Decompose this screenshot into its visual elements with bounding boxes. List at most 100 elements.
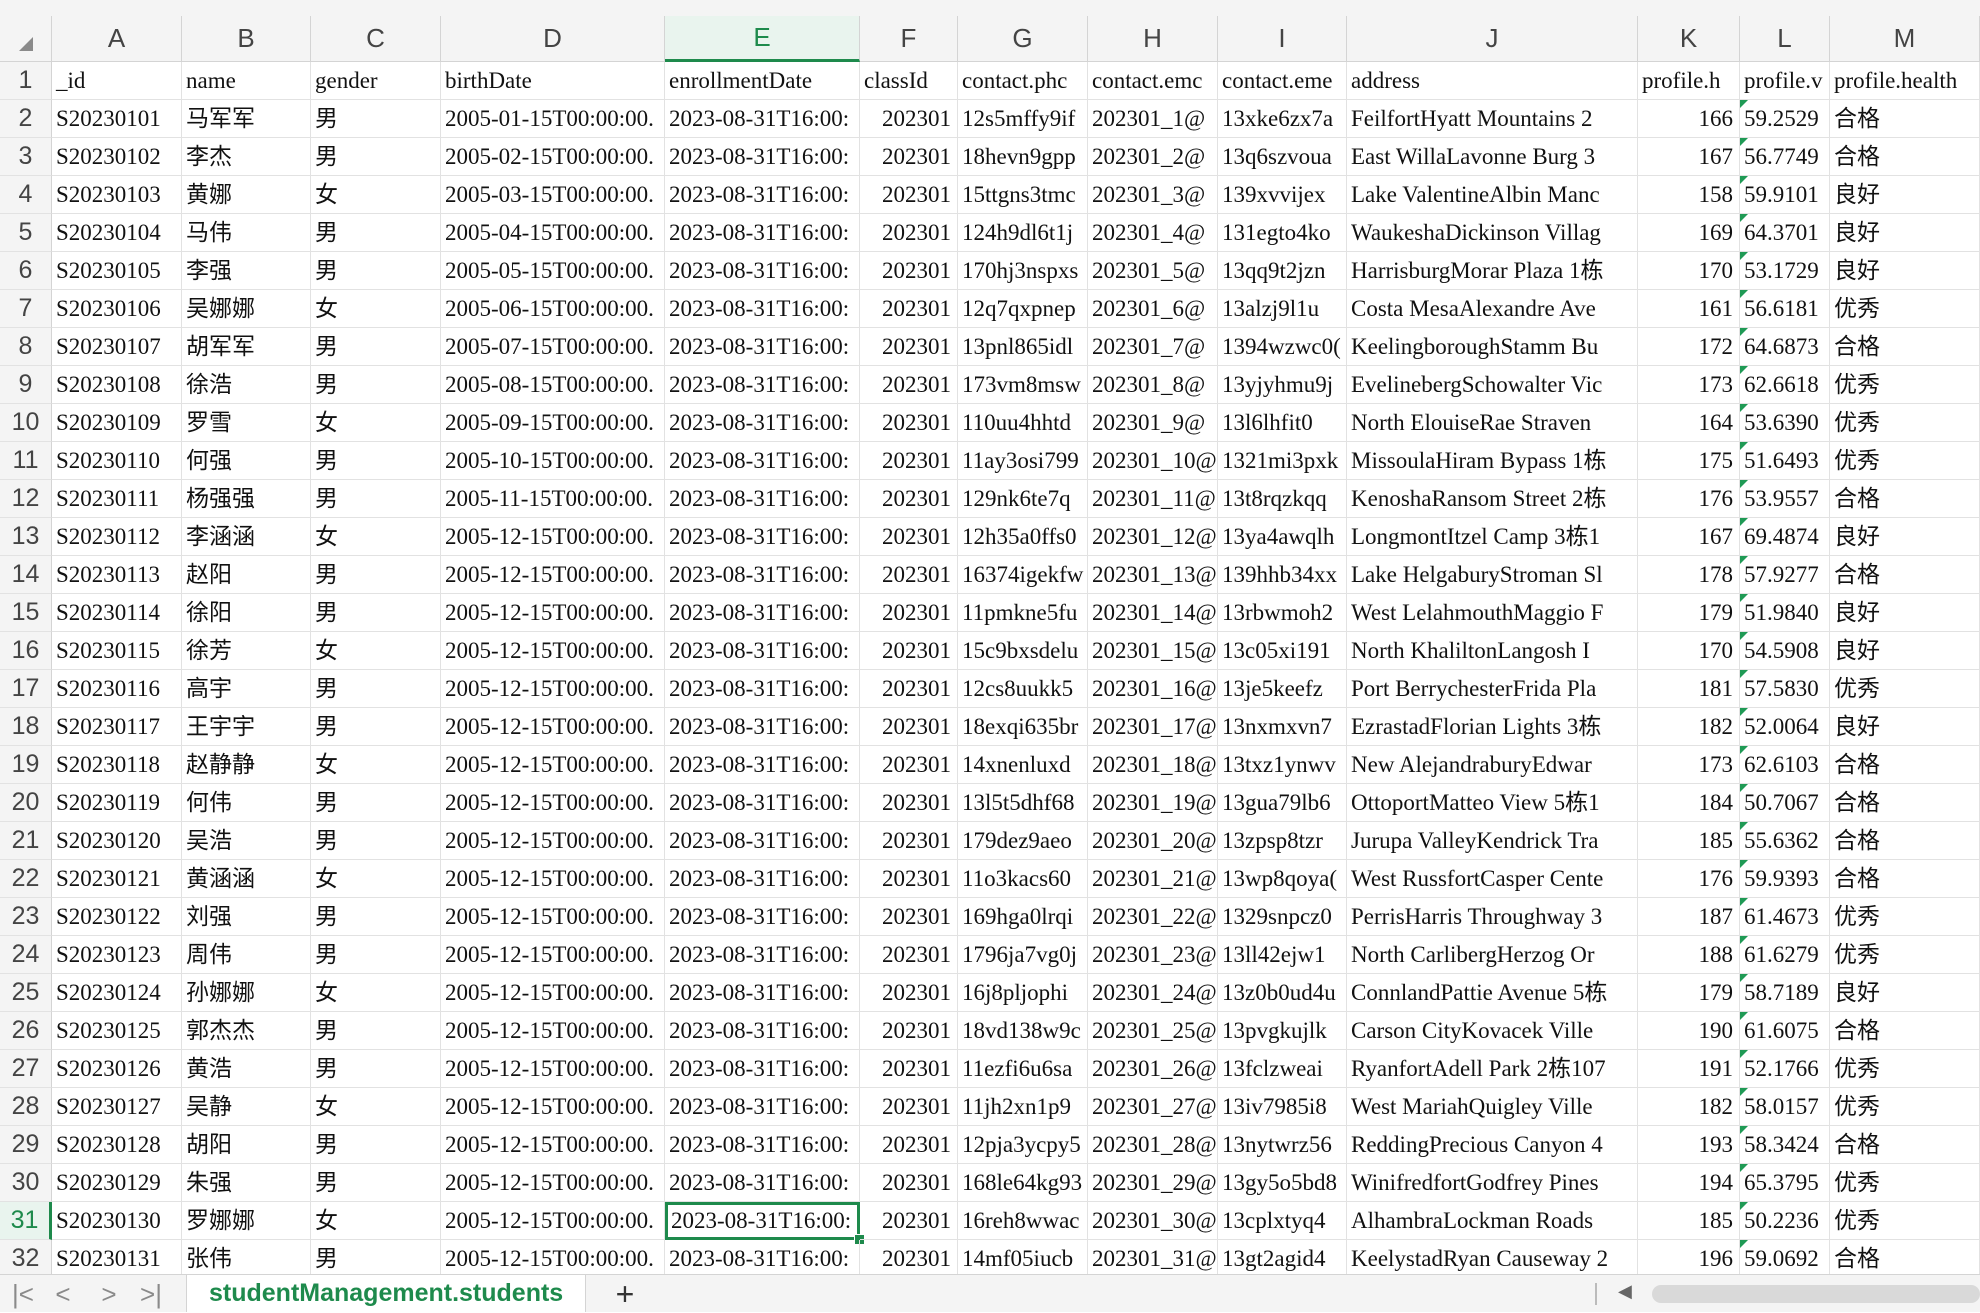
table-cell[interactable]: West MariahQuigley Ville	[1347, 1088, 1638, 1126]
first-sheet-icon[interactable]: |<	[6, 1279, 40, 1309]
table-cell[interactable]: 202301_21@	[1088, 860, 1218, 898]
column-header-a[interactable]: A	[52, 16, 182, 62]
table-cell[interactable]: 罗娜娜	[182, 1202, 311, 1240]
table-cell[interactable]: 179	[1638, 974, 1740, 1012]
table-cell[interactable]: 合格	[1830, 746, 1980, 784]
table-cell[interactable]: 13je5keefz	[1218, 670, 1347, 708]
table-cell[interactable]: 合格	[1830, 100, 1980, 138]
table-cell[interactable]: 202301_29@	[1088, 1164, 1218, 1202]
row-header[interactable]: 12	[0, 480, 52, 518]
table-cell[interactable]: 2023-08-31T16:00:	[665, 1126, 860, 1164]
table-cell[interactable]: 202301	[860, 708, 958, 746]
table-cell[interactable]: 李涵涵	[182, 518, 311, 556]
table-cell[interactable]: 11jh2xn1p9	[958, 1088, 1088, 1126]
table-cell[interactable]: 2023-08-31T16:00:	[665, 1240, 860, 1274]
table-cell[interactable]: 202301	[860, 746, 958, 784]
table-cell[interactable]: 黄涵涵	[182, 860, 311, 898]
table-cell[interactable]: 202301	[860, 1164, 958, 1202]
table-cell[interactable]: 13gy5o5bd8	[1218, 1164, 1347, 1202]
table-cell[interactable]: 刘强	[182, 898, 311, 936]
column-header-f[interactable]: F	[860, 16, 958, 62]
table-cell[interactable]: 202301_30@	[1088, 1202, 1218, 1240]
table-cell[interactable]: 179dez9aeo	[958, 822, 1088, 860]
table-cell[interactable]: 2023-08-31T16:00:	[665, 556, 860, 594]
table-cell[interactable]: 良好	[1830, 176, 1980, 214]
table-cell[interactable]: 2005-12-15T00:00:00.	[441, 1126, 665, 1164]
table-cell[interactable]: 11o3kacs60	[958, 860, 1088, 898]
table-cell[interactable]: 110uu4hhtd	[958, 404, 1088, 442]
table-cell[interactable]: 郭杰杰	[182, 1012, 311, 1050]
row-header[interactable]: 25	[0, 974, 52, 1012]
row-header[interactable]: 3	[0, 138, 52, 176]
table-cell[interactable]: 孙娜娜	[182, 974, 311, 1012]
column-header-k[interactable]: K	[1638, 16, 1740, 62]
table-cell[interactable]: S20230120	[52, 822, 182, 860]
table-cell[interactable]: 2023-08-31T16:00:	[665, 290, 860, 328]
table-cell[interactable]: 59.9393	[1740, 860, 1830, 898]
table-cell[interactable]: 194	[1638, 1164, 1740, 1202]
table-cell[interactable]: 黄娜	[182, 176, 311, 214]
table-cell[interactable]: 166	[1638, 100, 1740, 138]
table-cell[interactable]: 202301	[860, 1088, 958, 1126]
table-cell[interactable]: 女	[311, 632, 441, 670]
table-cell[interactable]: 合格	[1830, 860, 1980, 898]
table-cell[interactable]: 合格	[1830, 138, 1980, 176]
table-cell[interactable]: 1329snpcz0	[1218, 898, 1347, 936]
table-cell[interactable]: 202301	[860, 138, 958, 176]
table-cell[interactable]: S20230114	[52, 594, 182, 632]
table-cell[interactable]: EzrastadFlorian Lights 3栋	[1347, 708, 1638, 746]
table-cell[interactable]: 男	[311, 214, 441, 252]
table-cell[interactable]: 13fclzweai	[1218, 1050, 1347, 1088]
table-cell[interactable]: 2023-08-31T16:00:	[665, 974, 860, 1012]
table-cell[interactable]: 男	[311, 328, 441, 366]
table-cell[interactable]: 202301	[860, 1126, 958, 1164]
row-header[interactable]: 20	[0, 784, 52, 822]
table-cell[interactable]: 202301	[860, 556, 958, 594]
table-cell[interactable]: 188	[1638, 936, 1740, 974]
table-cell[interactable]: 男	[311, 366, 441, 404]
table-cell[interactable]: 黄浩	[182, 1050, 311, 1088]
table-cell[interactable]: 202301	[860, 442, 958, 480]
table-cell[interactable]: 2005-12-15T00:00:00.	[441, 632, 665, 670]
table-cell[interactable]: 202301	[860, 1012, 958, 1050]
table-cell[interactable]: 男	[311, 822, 441, 860]
table-cell[interactable]: 202301_25@	[1088, 1012, 1218, 1050]
table-cell[interactable]: 52.0064	[1740, 708, 1830, 746]
table-cell[interactable]: Lake HelgaburyStroman Sl	[1347, 556, 1638, 594]
scroll-left-icon[interactable]: ◀	[1618, 1281, 1632, 1302]
table-cell[interactable]: 男	[311, 252, 441, 290]
table-cell[interactable]: 高宇	[182, 670, 311, 708]
field-name-cell[interactable]: profile.v	[1740, 62, 1830, 100]
table-cell[interactable]: 170hj3nspxs	[958, 252, 1088, 290]
table-cell[interactable]: 2005-04-15T00:00:00.	[441, 214, 665, 252]
table-cell[interactable]: 13ya4awqlh	[1218, 518, 1347, 556]
column-header-d[interactable]: D	[441, 16, 665, 62]
table-cell[interactable]: 2023-08-31T16:00:	[665, 366, 860, 404]
row-header[interactable]: 32	[0, 1240, 52, 1274]
table-cell[interactable]: 202301	[860, 632, 958, 670]
row-header[interactable]: 16	[0, 632, 52, 670]
table-cell[interactable]: S20230124	[52, 974, 182, 1012]
table-cell[interactable]: 173vm8msw	[958, 366, 1088, 404]
table-cell[interactable]: S20230101	[52, 100, 182, 138]
table-cell[interactable]: 徐浩	[182, 366, 311, 404]
table-cell[interactable]: 2023-08-31T16:00:	[665, 1088, 860, 1126]
row-header[interactable]: 24	[0, 936, 52, 974]
row-header[interactable]: 14	[0, 556, 52, 594]
table-cell[interactable]: 13q6szvoua	[1218, 138, 1347, 176]
table-cell[interactable]: 191	[1638, 1050, 1740, 1088]
table-cell[interactable]: 2005-05-15T00:00:00.	[441, 252, 665, 290]
table-cell[interactable]: S20230130	[52, 1202, 182, 1240]
table-cell[interactable]: 2005-12-15T00:00:00.	[441, 898, 665, 936]
horizontal-scrollbar[interactable]	[1652, 1285, 1980, 1303]
table-cell[interactable]: 193	[1638, 1126, 1740, 1164]
table-cell[interactable]: 202301	[860, 974, 958, 1012]
table-cell[interactable]: 13pvgkujlk	[1218, 1012, 1347, 1050]
table-cell[interactable]: 马军军	[182, 100, 311, 138]
table-cell[interactable]: WinifredfortGodfrey Pines	[1347, 1164, 1638, 1202]
table-cell[interactable]: 优秀	[1830, 366, 1980, 404]
table-cell[interactable]: 2005-09-15T00:00:00.	[441, 404, 665, 442]
table-cell[interactable]: 202301_9@	[1088, 404, 1218, 442]
table-cell[interactable]: EvelinebergSchowalter Vic	[1347, 366, 1638, 404]
table-cell[interactable]: 169hga0lrqi	[958, 898, 1088, 936]
